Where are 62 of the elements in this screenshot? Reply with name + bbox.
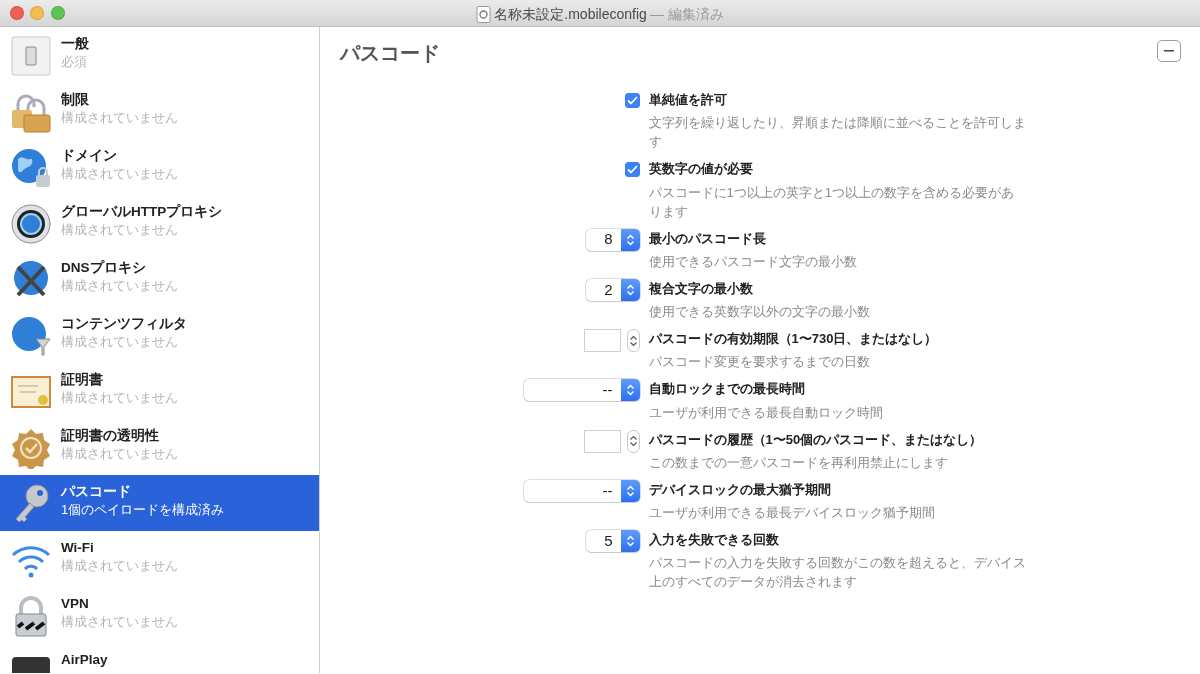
- chevron-icon: [625, 383, 635, 398]
- setting-description: パスコードに1つ以上の英字と1つ以上の数字を含める必要があります: [648, 183, 1015, 221]
- checkbox[interactable]: [624, 162, 640, 178]
- sidebar-item[interactable]: AirPlay: [0, 643, 319, 673]
- globe-icon: [10, 147, 52, 189]
- checkbox[interactable]: [624, 93, 640, 108]
- setting-label: 単純値を許可: [648, 91, 728, 109]
- window-title: 名称未設定.mobileconfig: [494, 5, 647, 24]
- input-field[interactable]: [583, 329, 621, 352]
- chevron-icon: [625, 282, 635, 297]
- sidebar-item[interactable]: Wi-Fi 構成されていません: [0, 531, 319, 587]
- minimize-button[interactable]: [30, 6, 45, 20]
- setting-label: パスコードの履歴（1〜50個のパスコード、またはなし）: [648, 430, 984, 449]
- seal-icon: [10, 427, 52, 469]
- sidebar-item[interactable]: コンテンツフィルタ 構成されていません: [0, 307, 319, 363]
- sidebar-item[interactable]: ドメイン 構成されていません: [0, 139, 319, 195]
- chevron-icon: [625, 232, 635, 247]
- setting-label: 英数字の値が必要: [648, 160, 754, 179]
- panel-title: パスコード: [339, 41, 440, 66]
- setting-description: 文字列を繰り返したり、昇順または降順に並べることを許可します: [648, 114, 1027, 152]
- sidebar-item[interactable]: パスコード 1個のペイロードを構成済み: [0, 475, 319, 531]
- stepper[interactable]: [626, 329, 640, 352]
- switch-icon: [10, 35, 52, 77]
- close-button[interactable]: [9, 6, 24, 20]
- sidebar-item[interactable]: VPN 構成されていません: [0, 587, 319, 643]
- setting-label: パスコードの有効期限（1〜730日、またはなし）: [648, 330, 939, 348]
- sidebar-item[interactable]: DNSプロキシ 構成されていません: [0, 251, 319, 307]
- setting-description: 使用できるパスコード文字の最小数: [648, 252, 858, 271]
- setting-description: ユーザが利用できる最長デバイスロック猶予期間: [648, 504, 936, 522]
- sidebar-item[interactable]: 証明書 構成されていません: [0, 363, 319, 419]
- sidebar-item[interactable]: 証明書の透明性 構成されていません: [0, 419, 319, 475]
- input-field[interactable]: [583, 429, 621, 453]
- sidebar-item[interactable]: 制限 構成されていません: [0, 83, 319, 139]
- globe-icon: [10, 315, 52, 357]
- stepper[interactable]: [626, 429, 640, 453]
- setting-label: 最小のパスコード長: [648, 229, 767, 248]
- dropdown[interactable]: --: [523, 479, 640, 502]
- setting-label: 自動ロックまでの最長時間: [648, 380, 806, 399]
- document-icon: [476, 6, 492, 23]
- number-select[interactable]: 8: [585, 228, 640, 251]
- sidebar-item[interactable]: グローバルHTTPプロキシ 構成されていません: [0, 195, 319, 251]
- number-select[interactable]: 5: [585, 530, 640, 552]
- number-select[interactable]: 2: [585, 278, 640, 301]
- edited-status: — 編集済み: [650, 5, 724, 24]
- collapse-button[interactable]: [1156, 40, 1181, 62]
- setting-description: この数までの一意パスコードを再利用禁止にします: [648, 453, 949, 472]
- chevron-icon: [625, 483, 635, 498]
- setting-label: デバイスロックの最大猶予期間: [648, 480, 832, 499]
- chevron-icon: [628, 434, 638, 448]
- chevron-icon: [625, 534, 635, 548]
- setting-description: パスコード変更を要求するまでの日数: [648, 353, 871, 372]
- globe-icon: [10, 203, 52, 245]
- sidebar-item[interactable]: 一般 必須: [0, 27, 319, 83]
- setting-description: 使用できる英数字以外の文字の最小数: [648, 303, 871, 321]
- setting-description: ユーザが利用できる最長自動ロック時間: [648, 403, 884, 422]
- setting-description: パスコードの入力を失敗する回数がこの数を超えると、デバイス上のすべてのデータが消去されます: [648, 554, 1027, 592]
- setting-label: 複合文字の最小数: [648, 279, 754, 298]
- chevron-icon: [628, 333, 638, 348]
- zoom-button[interactable]: [50, 6, 65, 20]
- minus-icon: [1163, 50, 1174, 52]
- dropdown[interactable]: --: [523, 379, 640, 402]
- setting-label: 入力を失敗できる回数: [648, 531, 780, 549]
